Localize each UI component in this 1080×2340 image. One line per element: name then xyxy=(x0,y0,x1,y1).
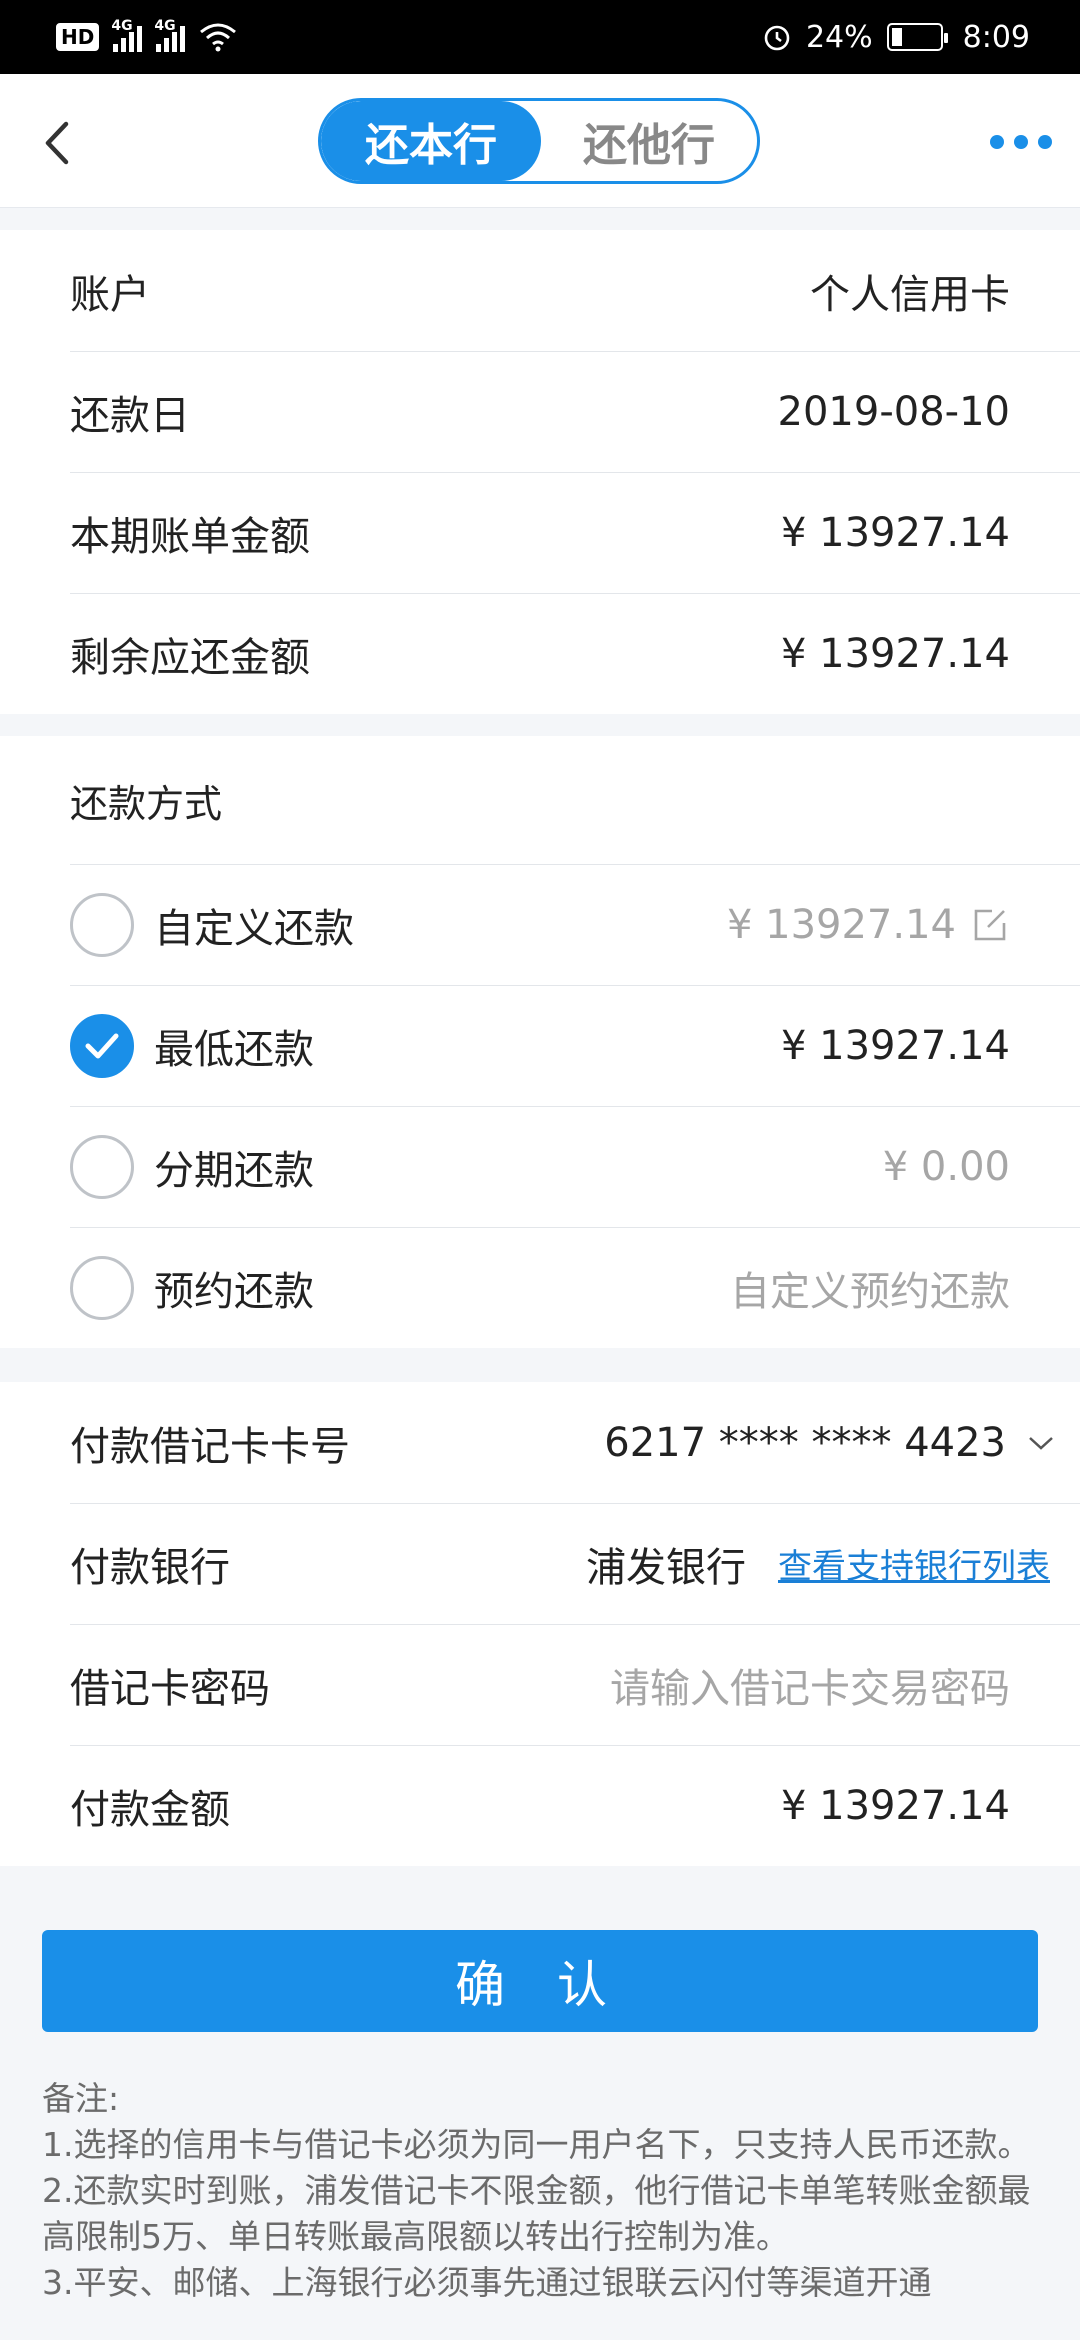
more-options-icon[interactable] xyxy=(990,134,1052,150)
network-type-2: 4G xyxy=(154,18,176,34)
debit-card-row[interactable]: 付款借记卡卡号 6217 **** **** 4423 xyxy=(0,1382,1080,1503)
notes-section: 备注: 1.选择的信用卡与借记卡必须为同一用户名下，只支持人民币还款。 2.还款… xyxy=(42,2076,1042,2306)
signal-icon-2: 4G xyxy=(154,18,186,52)
notes-title: 备注: xyxy=(42,2079,120,2118)
battery-icon xyxy=(886,23,948,51)
option-installment-label-wrap: 分期还款 xyxy=(70,1134,314,1199)
debit-card-value-wrap: 6217 **** **** 4423 xyxy=(604,1420,1056,1466)
pay-amount-value: ¥ 13927.14 xyxy=(780,1782,1010,1829)
bill-info-section: 账户 个人信用卡 还款日 2019-08-10 本期账单金额 ¥ 13927.1… xyxy=(0,230,1080,714)
account-value: 个人信用卡 xyxy=(810,271,1010,318)
radio-scheduled-repay[interactable] xyxy=(70,1255,134,1320)
remaining-amount-value: ¥ 13927.14 xyxy=(780,630,1010,677)
radio-installment-repay[interactable] xyxy=(70,1134,134,1199)
bank-segment-control: 还本行 还他行 xyxy=(318,98,760,184)
nav-bar: 还本行 还他行 xyxy=(0,74,1080,208)
status-bar: HD 4G 4G 24% 8:09 xyxy=(0,0,1080,74)
bill-amount-label: 本期账单金额 xyxy=(70,513,310,560)
option-min-repay[interactable]: 最低还款 ¥ 13927.14 xyxy=(0,985,1080,1106)
due-date-row: 还款日 2019-08-10 xyxy=(0,351,1080,472)
option-scheduled-label-wrap: 预约还款 xyxy=(70,1255,314,1320)
pay-bank-row: 付款银行 浦发银行 查看支持银行列表 xyxy=(0,1503,1080,1624)
pay-bank-value: 浦发银行 xyxy=(586,1544,746,1591)
option-custom-value: ¥ 13927.14 xyxy=(726,901,956,948)
confirm-button[interactable]: 确 认 xyxy=(42,1930,1038,2032)
pay-bank-label: 付款银行 xyxy=(70,1544,230,1591)
option-custom-repay[interactable]: 自定义还款 ¥ 13927.14 xyxy=(0,864,1080,985)
bill-amount-row: 本期账单金额 ¥ 13927.14 xyxy=(0,472,1080,593)
remaining-amount-row: 剩余应还金额 ¥ 13927.14 xyxy=(0,593,1080,714)
repay-method-section: 还款方式 自定义还款 ¥ 13927.14 最低还款 ¥ 13927.14 分期… xyxy=(0,736,1080,1348)
back-arrow-icon[interactable] xyxy=(40,118,80,168)
edit-icon[interactable] xyxy=(970,905,1010,945)
pay-bank-value-wrap: 浦发银行 查看支持银行列表 xyxy=(586,1535,1050,1593)
debit-card-number: 6217 **** **** 4423 xyxy=(604,1419,1006,1466)
supported-banks-link[interactable]: 查看支持银行列表 xyxy=(778,1539,1050,1588)
option-min-label: 最低还款 xyxy=(154,1026,314,1073)
option-installment-label: 分期还款 xyxy=(154,1147,314,1194)
alarm-icon xyxy=(764,25,790,51)
note-line-2: 2.还款实时到账，浦发借记卡不限金额，他行借记卡单笔转账金额最高限制5万、单日转… xyxy=(42,2171,1031,2256)
pay-amount-row: 付款金额 ¥ 13927.14 xyxy=(0,1745,1080,1866)
tab-own-bank[interactable]: 还本行 xyxy=(321,101,541,181)
option-scheduled-repay[interactable]: 预约还款 自定义预约还款 xyxy=(0,1227,1080,1348)
note-line-1: 1.选择的信用卡与借记卡必须为同一用户名下，只支持人民币还款。 xyxy=(42,2125,1031,2164)
radio-custom-repay[interactable] xyxy=(70,892,134,957)
option-custom-label-wrap: 自定义还款 xyxy=(70,892,354,957)
option-scheduled-value: 自定义预约还款 xyxy=(730,1268,1010,1315)
radio-min-repay[interactable] xyxy=(70,1013,134,1078)
option-scheduled-label: 预约还款 xyxy=(154,1268,314,1315)
signal-icon: 4G xyxy=(111,18,143,52)
option-installment-repay[interactable]: 分期还款 ¥ 0.00 xyxy=(0,1106,1080,1227)
status-left: HD 4G 4G xyxy=(56,18,237,52)
account-label: 账户 xyxy=(70,271,150,318)
account-row: 账户 个人信用卡 xyxy=(0,230,1080,351)
card-password-row[interactable]: 借记卡密码 请输入借记卡交易密码 xyxy=(0,1624,1080,1745)
card-password-input[interactable]: 请输入借记卡交易密码 xyxy=(610,1656,1010,1714)
option-installment-value: ¥ 0.00 xyxy=(882,1143,1010,1190)
wifi-icon xyxy=(200,23,237,52)
due-date-value: 2019-08-10 xyxy=(777,388,1010,435)
due-date-label: 还款日 xyxy=(70,392,190,439)
hd-badge: HD xyxy=(56,23,100,51)
network-type: 4G xyxy=(111,18,133,34)
card-password-label: 借记卡密码 xyxy=(70,1665,270,1712)
clock-time: 8:09 xyxy=(962,19,1030,55)
option-custom-label: 自定义还款 xyxy=(154,905,354,952)
remaining-amount-label: 剩余应还金额 xyxy=(70,634,310,681)
payment-section: 付款借记卡卡号 6217 **** **** 4423 付款银行 浦发银行 查看… xyxy=(0,1382,1080,1866)
debit-card-label: 付款借记卡卡号 xyxy=(70,1423,350,1470)
option-min-label-wrap: 最低还款 xyxy=(70,1013,314,1078)
repay-method-header: 还款方式 xyxy=(0,736,1080,864)
checkmark-icon xyxy=(85,1033,119,1058)
chevron-down-icon[interactable] xyxy=(1026,1433,1056,1453)
repay-method-title: 还款方式 xyxy=(70,781,223,826)
pay-amount-label: 付款金额 xyxy=(70,1786,230,1833)
option-min-value: ¥ 13927.14 xyxy=(780,1022,1010,1069)
note-line-3: 3.平安、邮储、上海银行必须事先通过银联云闪付等渠道开通 xyxy=(42,2263,932,2302)
status-right: 24% 8:09 xyxy=(762,20,1030,55)
bill-amount-value: ¥ 13927.14 xyxy=(780,509,1010,556)
battery-percent: 24% xyxy=(805,19,873,55)
option-custom-value-wrap: ¥ 13927.14 xyxy=(727,902,1010,948)
tab-other-bank[interactable]: 还他行 xyxy=(541,101,757,181)
